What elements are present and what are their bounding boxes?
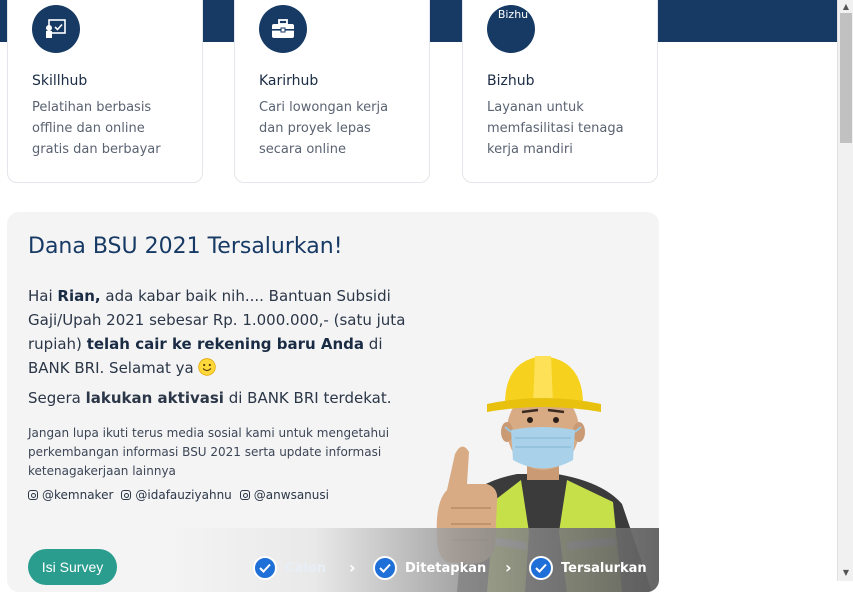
service-description: Pelatihan berbasis offline dan online gr… <box>32 100 161 157</box>
scroll-down-icon[interactable]: ▼ <box>841 568 851 578</box>
instagram-icon <box>121 490 132 500</box>
smile-emoji-icon <box>198 358 217 376</box>
message-text: di BANK BRI terdekat. <box>223 389 392 407</box>
step-calon: Calon <box>253 556 326 580</box>
service-description: Layanan untuk memfasilitasi tenaga kerja… <box>487 100 624 157</box>
social-links: @kemnaker @idafauziyahnu @anwsanusi <box>28 488 329 502</box>
greeting-prefix: Hai <box>28 287 58 305</box>
social-link-idafauziyahnu[interactable]: @idafauziyahnu <box>121 488 232 502</box>
step-label: Calon <box>285 560 326 576</box>
page: Skillhub Pelatihan berbasis offline dan … <box>0 0 837 592</box>
service-card-karirhub[interactable]: Karirhub Cari lowongan kerja dan proyek … <box>234 0 430 183</box>
service-card-bizhub[interactable]: Bizhu Bizhub Layanan untuk memfasilitasi… <box>462 0 658 183</box>
check-icon <box>373 556 397 580</box>
bsu-announcement-panel: Dana BSU 2021 Tersalurkan! Hai Rian, ada… <box>7 212 659 592</box>
scrollbar-thumb[interactable] <box>840 13 852 143</box>
briefcase-icon <box>259 5 307 53</box>
bsu-message: Hai Rian, ada kabar baik nih.... Bantuan… <box>28 284 408 380</box>
social-link-anwsanusi[interactable]: @anwsanusi <box>239 488 329 502</box>
broken-image-alt-text: Bizhu <box>497 8 529 21</box>
social-media-note: Jangan lupa ikuti terus media sosial kam… <box>28 426 390 478</box>
distribution-status-steps: Calon › Ditetapkan › Tersalurkan <box>167 528 659 592</box>
service-title: Skillhub <box>32 73 88 89</box>
message-highlight: telah cair ke rekening baru Anda <box>86 335 365 353</box>
chevron-right-icon: › <box>505 558 512 577</box>
vertical-scrollbar[interactable]: ▲ ▼ <box>837 0 853 581</box>
instagram-icon <box>28 490 38 500</box>
certificate-icon <box>32 5 80 53</box>
step-tersalurkan: Tersalurkan <box>529 556 647 580</box>
service-title: Bizhub <box>487 73 535 89</box>
bsu-title: Dana BSU 2021 Tersalurkan! <box>28 234 343 259</box>
service-title: Karirhub <box>259 73 319 89</box>
recipient-name: Rian, <box>57 287 101 305</box>
check-icon <box>253 556 277 580</box>
chevron-right-icon: › <box>349 558 356 577</box>
social-handle: @idafauziyahnu <box>135 488 232 502</box>
service-description: Cari lowongan kerja dan proyek lepas sec… <box>259 100 389 157</box>
scroll-up-icon[interactable]: ▲ <box>841 2 851 12</box>
social-handle: @anwsanusi <box>253 488 329 502</box>
social-handle: @kemnaker <box>42 488 114 502</box>
broken-image-icon: Bizhu <box>487 5 535 53</box>
survey-button[interactable]: Isi Survey <box>28 549 117 585</box>
step-label: Ditetapkan <box>405 560 487 576</box>
activation-message: Segera lakukan aktivasi di BANK BRI terd… <box>28 386 428 410</box>
message-highlight: lakukan aktivasi <box>85 389 224 407</box>
instagram-icon <box>239 490 250 500</box>
step-ditetapkan: Ditetapkan <box>373 556 486 580</box>
step-label: Tersalurkan <box>561 560 647 576</box>
service-card-skillhub[interactable]: Skillhub Pelatihan berbasis offline dan … <box>7 0 203 183</box>
message-text: Segera <box>28 389 86 407</box>
social-link-kemnaker[interactable]: @kemnaker <box>28 488 113 502</box>
check-icon <box>529 556 553 580</box>
